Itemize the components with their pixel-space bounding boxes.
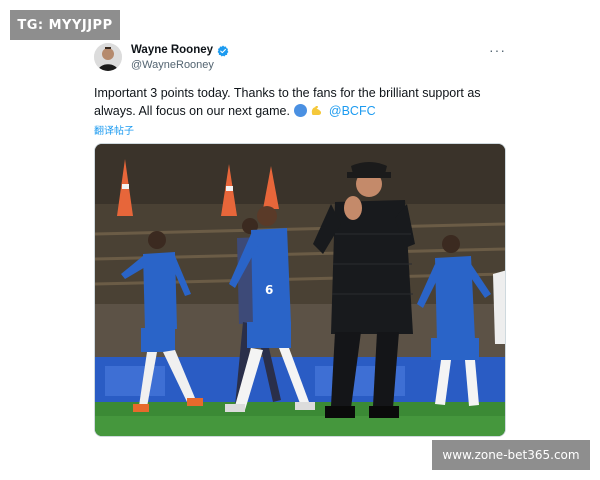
tweet-header: Wayne Rooney @WayneRooney ··· [94,40,508,80]
blue-circle-emoji [294,104,308,117]
svg-text:6: 6 [265,283,273,297]
tweet-text: Important 3 points today. Thanks to the … [94,84,508,120]
ellipsis-icon[interactable]: ··· [489,43,506,57]
author-display-name[interactable]: Wayne Rooney [131,44,213,56]
flexed-biceps-emoji [310,104,323,117]
author-handle[interactable]: @WayneRooney [131,59,214,71]
match-photo-illustration: 6 [95,144,505,436]
avatar[interactable] [94,43,122,71]
watermark-top-left: TG: MYYJJPP [10,10,120,40]
mention-link[interactable]: @BCFC [329,104,376,118]
author-name-row: Wayne Rooney [131,44,229,57]
translate-post-link[interactable]: 翻译帖子 [94,122,134,137]
tweet-media-photo[interactable]: 6 [94,143,506,437]
watermark-bottom-right: www.zone-bet365.com [432,440,590,470]
verified-badge-icon [217,44,229,57]
tweet-card: Wayne Rooney @WayneRooney ··· Important … [94,40,508,137]
tweet-text-body: Important 3 points today. Thanks to the … [94,86,481,118]
